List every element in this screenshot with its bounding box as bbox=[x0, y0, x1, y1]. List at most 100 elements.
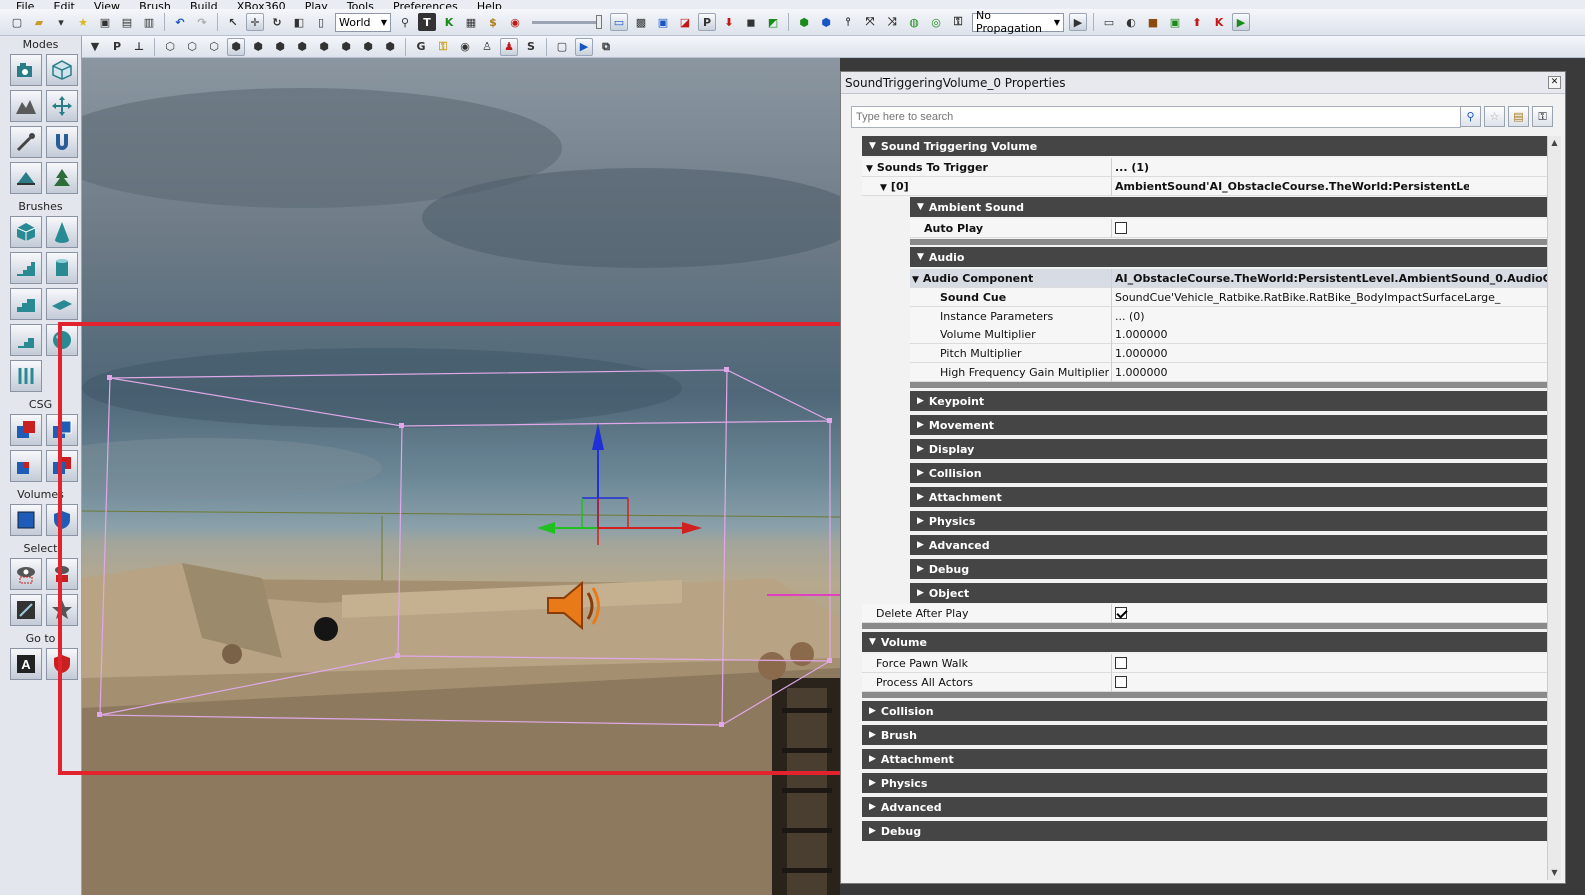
category-audio[interactable]: ▼ Audio bbox=[910, 247, 1547, 267]
menu-xbox360[interactable]: XBox360 bbox=[237, 0, 286, 9]
film-icon[interactable]: ▩ bbox=[632, 13, 650, 31]
camera-speed-slider[interactable] bbox=[532, 13, 602, 32]
show-volumes-icon[interactable]: ◪ bbox=[676, 13, 694, 31]
realtime-preview-icon[interactable]: ▭ bbox=[610, 13, 628, 31]
menu-edit[interactable]: Edit bbox=[54, 0, 75, 9]
volumetric-brush-button[interactable] bbox=[10, 360, 42, 392]
eye-icon[interactable]: ◉ bbox=[456, 38, 474, 56]
goto-actor-button[interactable]: A bbox=[10, 648, 42, 680]
record-icon[interactable]: ◉ bbox=[506, 13, 524, 31]
scroll-up-icon[interactable]: ▲ bbox=[1548, 136, 1561, 150]
scale-nonuniform-icon[interactable]: ▯ bbox=[312, 13, 330, 31]
lock-viewport-icon[interactable]: ⚿ bbox=[434, 38, 452, 56]
category-debug[interactable]: ▶ Debug bbox=[910, 559, 1547, 579]
lock-properties-icon[interactable]: ⚿ bbox=[1532, 106, 1553, 127]
prop-hf-gain-multiplier[interactable]: High Frequency Gain Multiplier 1.000000 bbox=[910, 363, 1547, 382]
connect-icon[interactable]: ⤧ bbox=[861, 13, 879, 31]
category-keypoint[interactable]: ▶ Keypoint bbox=[910, 391, 1547, 411]
cube-brush-button[interactable] bbox=[10, 216, 42, 248]
prop-sounds-to-trigger[interactable]: ▼ Sounds To Trigger ... (1) bbox=[862, 158, 1547, 177]
menu-build[interactable]: Build bbox=[190, 0, 218, 9]
instance-parameters-value[interactable]: ... (0) bbox=[1111, 307, 1547, 326]
prop-force-pawn-walk[interactable]: Force Pawn Walk bbox=[862, 654, 1547, 673]
volume-multiplier-value[interactable]: 1.000000 bbox=[1111, 325, 1547, 344]
prop-sound-cue[interactable]: Sound Cue SoundCue'Vehicle_Ratbike.RatBi… bbox=[910, 288, 1547, 307]
package-icon[interactable]: ■ bbox=[1144, 13, 1162, 31]
landscape-mode-button[interactable] bbox=[10, 162, 42, 194]
path-icon[interactable]: ⤨ bbox=[883, 13, 901, 31]
invert-selection-button[interactable] bbox=[10, 594, 42, 626]
curved-stair-button[interactable] bbox=[10, 252, 42, 284]
shader-complexity-icon[interactable]: ⬢ bbox=[337, 38, 355, 56]
menu-preferences[interactable]: Preferences bbox=[393, 0, 458, 9]
menu-file[interactable]: File bbox=[16, 0, 34, 9]
texture-density-icon[interactable]: ⬢ bbox=[315, 38, 333, 56]
menu-play[interactable]: Play bbox=[305, 0, 328, 9]
redo-icon[interactable]: ↷ bbox=[193, 13, 211, 31]
game-view-g-icon[interactable]: G bbox=[412, 38, 430, 56]
show-paths-icon[interactable]: P bbox=[698, 13, 716, 31]
translate-widget-icon[interactable]: ✛ bbox=[246, 13, 264, 31]
copy-paste-icon[interactable]: ▤ bbox=[1508, 106, 1529, 127]
propagation-dropdown[interactable]: No Propagation ▼ bbox=[972, 9, 1064, 35]
search-icon[interactable]: ⚲ bbox=[1460, 106, 1481, 127]
light-complexity-icon[interactable]: ⬢ bbox=[293, 38, 311, 56]
add-volume-button[interactable] bbox=[10, 504, 42, 536]
lighting-grid-icon[interactable]: ⬢ bbox=[381, 38, 399, 56]
sound-cue-value[interactable]: SoundCue'Vehicle_Ratbike.RatBike.RatBike… bbox=[1111, 288, 1501, 307]
close-icon[interactable]: ✕ bbox=[1548, 76, 1561, 89]
perspective-p-icon[interactable]: P bbox=[108, 38, 126, 56]
rotate-widget-icon[interactable]: ↻ bbox=[268, 13, 286, 31]
split-viewport-icon[interactable]: ⧉ bbox=[597, 38, 615, 56]
audio-component-value[interactable]: AI_ObstacleCourse.TheWorld:PersistentLev… bbox=[1111, 269, 1547, 288]
spiral-stair-button[interactable] bbox=[10, 324, 42, 356]
texture-align-mode-button[interactable] bbox=[10, 126, 42, 158]
category-display[interactable]: ▶ Display bbox=[910, 439, 1547, 459]
lit-icon[interactable]: ⬢ bbox=[227, 37, 245, 56]
category-collision[interactable]: ▶ Collision bbox=[910, 463, 1547, 483]
content-browser-icon[interactable]: $ bbox=[484, 13, 502, 31]
show-brushes-icon[interactable]: ▣ bbox=[654, 13, 672, 31]
lock-icon[interactable]: ⚿ bbox=[949, 13, 967, 31]
slider-thumb[interactable] bbox=[596, 14, 602, 29]
select-arrow-icon[interactable]: ↖ bbox=[224, 13, 242, 31]
category-volume-physics[interactable]: ▶ Physics bbox=[862, 773, 1547, 793]
play-forward-icon[interactable]: ▶ bbox=[1069, 13, 1087, 31]
brush-wireframe-icon[interactable]: ⬡ bbox=[161, 38, 179, 56]
menu-brush[interactable]: Brush bbox=[139, 0, 171, 9]
viewport-menu-icon[interactable]: ▼ bbox=[86, 38, 104, 56]
globe-icon[interactable]: ◍ bbox=[905, 13, 923, 31]
property-search-input[interactable] bbox=[851, 106, 1461, 128]
open-folder-icon[interactable]: ▰ bbox=[30, 13, 48, 31]
camera-icon[interactable]: ⊥ bbox=[130, 38, 148, 56]
process-all-actors-checkbox[interactable] bbox=[1115, 676, 1127, 688]
csg-intersect-button[interactable] bbox=[10, 450, 42, 482]
prop-auto-play[interactable]: Auto Play bbox=[910, 219, 1547, 238]
menu-tools[interactable]: Tools bbox=[347, 0, 374, 9]
force-pawn-walk-checkbox[interactable] bbox=[1115, 657, 1127, 669]
csg-add-button[interactable] bbox=[10, 414, 42, 446]
delete-after-play-checkbox[interactable] bbox=[1115, 607, 1127, 619]
navigation-icon[interactable]: ◎ bbox=[927, 13, 945, 31]
build-geometry-icon[interactable]: ◩ bbox=[764, 13, 782, 31]
drop-to-floor-icon[interactable]: ⬇ bbox=[720, 13, 738, 31]
show-selected-button[interactable] bbox=[10, 558, 42, 590]
mesh-paint-mode-button[interactable] bbox=[46, 126, 78, 158]
unlit-icon[interactable]: ⬡ bbox=[205, 38, 223, 56]
browser-icon[interactable]: T bbox=[418, 13, 436, 31]
cylinder-brush-button[interactable] bbox=[46, 252, 78, 284]
properties-scrollbar[interactable]: ▲ ▼ bbox=[1547, 136, 1561, 880]
category-volume-attachment[interactable]: ▶ Attachment bbox=[862, 749, 1547, 769]
item-0-value[interactable]: AmbientSound'AI_ObstacleCourse.TheWorld:… bbox=[1111, 177, 1469, 196]
snap-s-icon[interactable]: S bbox=[522, 38, 540, 56]
foliage-mode-button[interactable] bbox=[46, 162, 78, 194]
terrain-mode-button[interactable] bbox=[10, 90, 42, 122]
category-volume[interactable]: ▼ Volume bbox=[862, 632, 1547, 652]
auto-play-checkbox[interactable] bbox=[1115, 222, 1127, 234]
category-volume-advanced[interactable]: ▶ Advanced bbox=[862, 797, 1547, 817]
actor-icon[interactable]: ♙ bbox=[478, 38, 496, 56]
pitch-multiplier-value[interactable]: 1.000000 bbox=[1111, 344, 1547, 363]
category-advanced[interactable]: ▶ Advanced bbox=[910, 535, 1547, 555]
coordinate-system-dropdown[interactable]: World ▼ bbox=[335, 12, 391, 32]
prop-delete-after-play[interactable]: Delete After Play bbox=[862, 604, 1547, 623]
